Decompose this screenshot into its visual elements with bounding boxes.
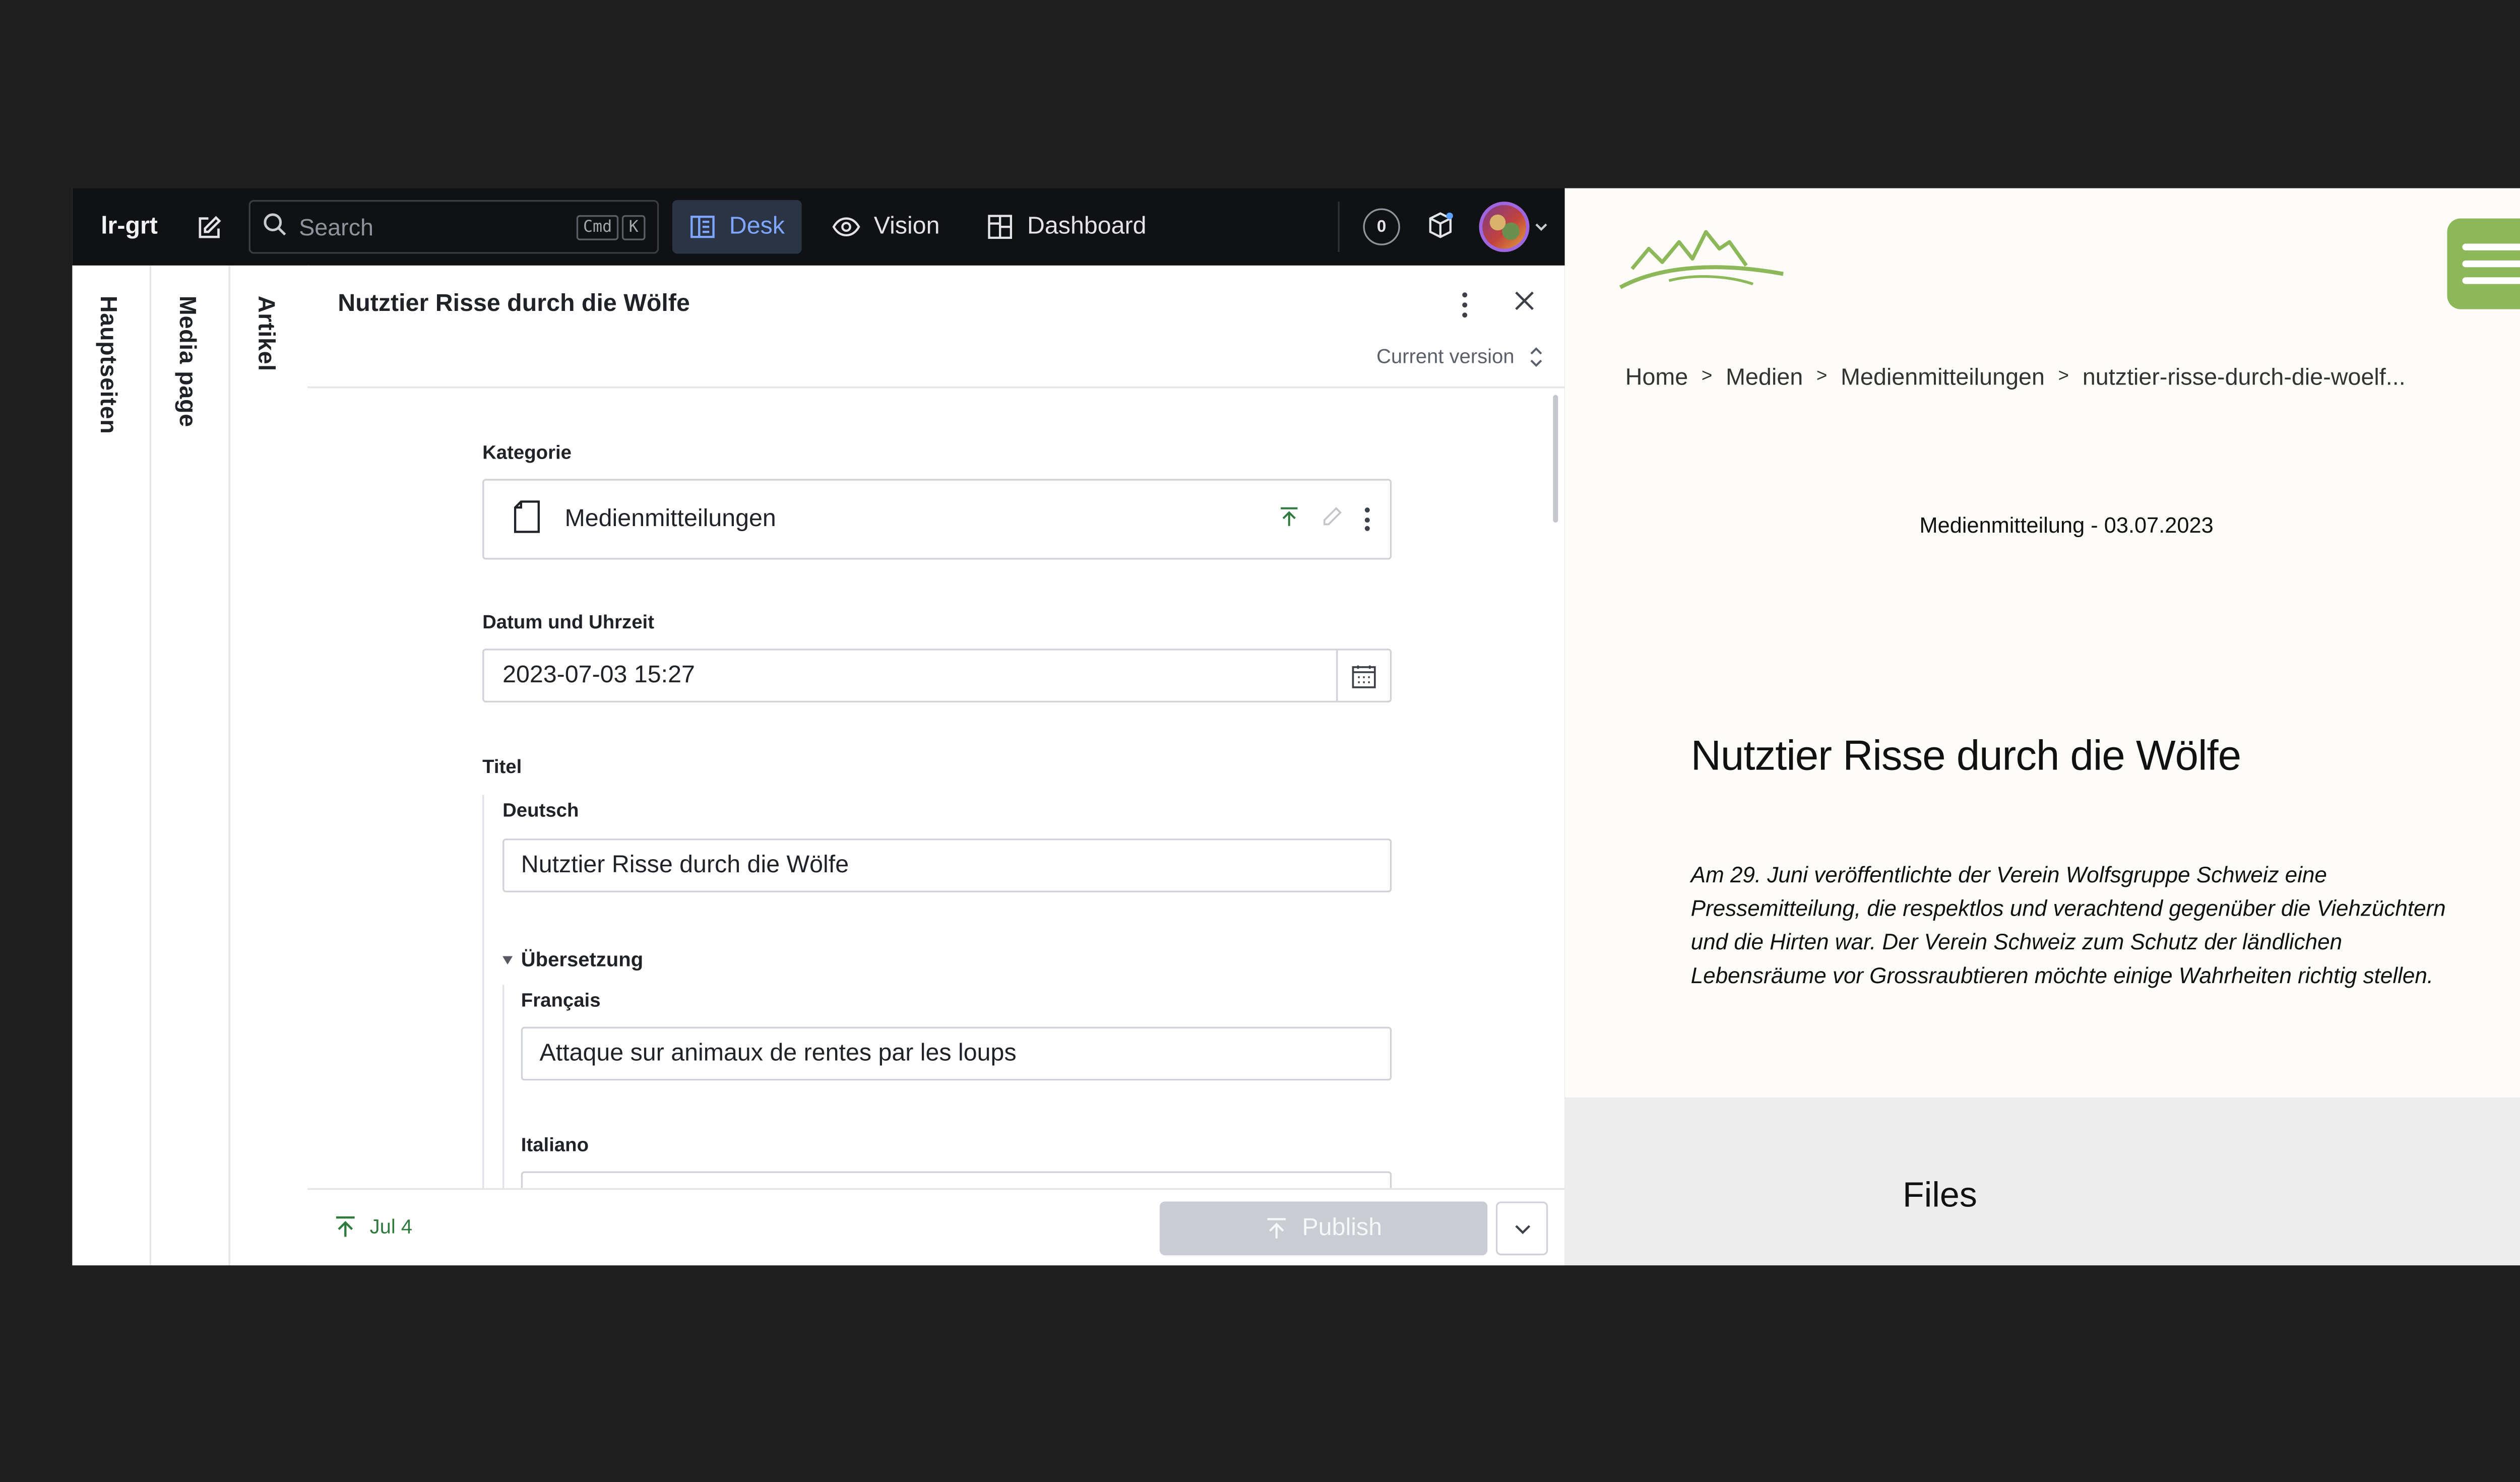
published-arrow-icon [1279, 505, 1299, 534]
chevron-down-icon [1514, 1224, 1530, 1234]
pane-artikel-label: Artikel [254, 295, 281, 371]
chevron-updown-icon [1530, 346, 1542, 366]
eye-icon [832, 217, 860, 237]
document-form[interactable]: Kategorie Medienmitteilungen Datum und U… [307, 388, 1564, 1188]
deutsch-label: Deutsch [502, 801, 579, 822]
tool-desk-label: Desk [729, 213, 785, 240]
scrollbar[interactable] [1553, 395, 1558, 523]
article-title: Nutztier Risse durch die Wölfe [1690, 732, 2241, 780]
search-placeholder: Search [299, 213, 374, 240]
close-icon[interactable] [1511, 287, 1538, 314]
user-avatar[interactable] [1479, 202, 1530, 252]
navbar-divider [1338, 202, 1340, 252]
uebersetzung-label: Übersetzung [521, 947, 644, 972]
document-actions-button[interactable] [1495, 1201, 1548, 1256]
publish-status-date: Jul 4 [369, 1215, 413, 1239]
article-dateline: Medienmitteilung - 03.07.2023 [1919, 512, 2214, 538]
document-icon [513, 498, 541, 540]
tool-dashboard[interactable]: Dashboard [970, 200, 1163, 254]
published-arrow-icon [336, 1216, 355, 1237]
website-preview: Home > Medien > Medienmitteilungen > nut… [1564, 188, 2520, 1266]
breadcrumb-separator: > [1816, 366, 1828, 387]
tool-desk[interactable]: Desk [672, 200, 802, 254]
reference-actions [1257, 505, 1370, 534]
italiano-input[interactable] [521, 1171, 1392, 1188]
deutsch-value: Nutztier Risse durch die Wölfe [521, 852, 849, 879]
studio-window: lr-grt Search Cmd K Desk Vision Dashboar… [72, 188, 1565, 1266]
datum-label: Datum und Uhrzeit [482, 613, 655, 634]
francais-value: Attaque sur animaux de rentes par les lo… [539, 1040, 1017, 1067]
uebersetzung-group-line [502, 985, 505, 1188]
kategorie-value: Medienmitteilungen [564, 505, 776, 533]
calendar-icon[interactable] [1336, 650, 1390, 701]
pane-hauptseiten-label: Hauptseiten [96, 295, 123, 434]
studio-navbar: lr-grt Search Cmd K Desk Vision Dashboar… [72, 188, 1565, 266]
shortcut-mod: Cmd [576, 214, 619, 240]
pane-media-page[interactable]: Media page [151, 265, 230, 1266]
dashboard-icon [988, 215, 1013, 239]
francais-input[interactable]: Attaque sur animaux de rentes par les lo… [521, 1026, 1392, 1081]
mountain-logo[interactable] [1618, 225, 1786, 301]
kategorie-reference-field[interactable]: Medienmitteilungen [482, 479, 1392, 560]
project-name[interactable]: lr-grt [101, 214, 158, 240]
document-footer: Jul 4 Publish [307, 1188, 1565, 1266]
datum-value: 2023-07-03 15:27 [502, 662, 695, 689]
breadcrumb-separator: > [1702, 366, 1713, 387]
chevron-down-icon[interactable] [1535, 219, 1548, 235]
italiano-label: Italiano [521, 1136, 589, 1156]
publish-arrow-icon [1267, 1218, 1286, 1239]
breadcrumb-medienmitteilungen[interactable]: Medienmitteilungen [1841, 363, 2045, 390]
files-title: Files [1902, 1176, 1977, 1215]
titel-group-line [482, 795, 484, 1188]
search-input[interactable]: Search Cmd K [248, 200, 659, 254]
francais-label: Français [521, 991, 601, 1012]
breadcrumb-current: nutztier-risse-durch-die-woelf... [2082, 363, 2406, 390]
article-lead: Am 29. Juni veröffentlichte der Verein W… [1690, 862, 2446, 988]
desk-icon [690, 216, 715, 238]
publish-button[interactable]: Publish [1160, 1201, 1488, 1256]
compose-icon[interactable] [193, 210, 227, 244]
status-counter[interactable]: 0 [1363, 208, 1400, 245]
version-selector[interactable]: Current version [1376, 345, 1543, 368]
breadcrumb: Home > Medien > Medienmitteilungen > nut… [1625, 363, 2406, 390]
publish-label: Publish [1302, 1215, 1382, 1242]
tool-dashboard-label: Dashboard [1027, 213, 1147, 240]
menu-button[interactable] [2447, 218, 2520, 309]
deutsch-input[interactable]: Nutztier Risse durch die Wölfe [502, 839, 1392, 892]
files-section: Files [1564, 1097, 2520, 1266]
pane-artikel[interactable]: Artikel [230, 265, 309, 1266]
tool-vision[interactable]: Vision [815, 200, 957, 254]
kategorie-label: Kategorie [482, 443, 572, 464]
document-title: Nutztier Risse durch die Wölfe [338, 290, 690, 318]
triangle-down-icon [502, 955, 513, 964]
search-icon [262, 212, 287, 242]
pane-hauptseiten[interactable]: Hauptseiten [72, 265, 152, 1266]
reference-menu-icon[interactable] [1364, 507, 1370, 531]
breadcrumb-medien[interactable]: Medien [1726, 363, 1803, 390]
pane-media-page-label: Media page [174, 295, 202, 427]
tool-vision-label: Vision [873, 213, 940, 240]
uebersetzung-toggle[interactable]: Übersetzung [502, 948, 643, 972]
document-menu-icon[interactable] [1456, 289, 1472, 319]
publish-status[interactable]: Jul 4 [335, 1215, 413, 1239]
shortcut-key: K [622, 214, 646, 240]
breadcrumb-separator: > [2058, 366, 2069, 387]
datum-input[interactable]: 2023-07-03 15:27 [482, 649, 1392, 702]
breadcrumb-home[interactable]: Home [1625, 363, 1688, 390]
version-label: Current version [1376, 344, 1515, 368]
navbar-right: 0 [1363, 188, 1548, 265]
document-pane: Nutztier Risse durch die Wölfe Current v… [307, 265, 1565, 1266]
package-icon[interactable] [1425, 209, 1456, 244]
document-header: Nutztier Risse durch die Wölfe Current v… [307, 266, 1565, 389]
edit-pencil-icon[interactable] [1321, 505, 1343, 534]
titel-label: Titel [482, 757, 522, 779]
